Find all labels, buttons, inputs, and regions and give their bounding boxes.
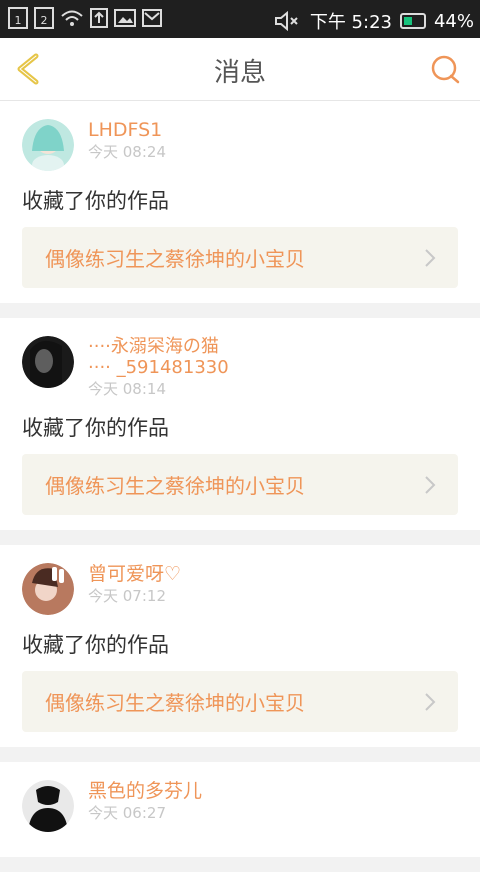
- work-title: 偶像练习生之蔡徐坤的小宝贝: [45, 691, 305, 715]
- user-row: 曾可爱呀♡ 今天 07:12: [22, 563, 458, 615]
- work-link[interactable]: 偶像练习生之蔡徐坤的小宝贝: [22, 671, 458, 732]
- user-name[interactable]: 曾可爱呀♡: [88, 563, 181, 585]
- muted-speaker-icon: [274, 11, 298, 31]
- page-title: 消息: [213, 58, 266, 88]
- sim2-icon: 2: [34, 7, 54, 29]
- battery-icon: [399, 13, 426, 29]
- avatar[interactable]: [22, 780, 74, 832]
- action-text: 收藏了你的作品: [22, 189, 169, 213]
- mail-icon: [142, 9, 162, 27]
- message-card[interactable]: ····永溺罙海の猫 ···· _591481330 今天 08:14 收藏了你…: [0, 318, 480, 530]
- avatar[interactable]: [22, 119, 74, 171]
- user-row: 黑色的多芬儿 今天 06:27: [22, 780, 458, 832]
- status-bar: 1 2 下午 5:23 44%: [0, 0, 480, 38]
- image-icon: [114, 9, 136, 27]
- chevron-right-icon: [425, 475, 436, 494]
- message-card[interactable]: LHDFS1 今天 08:24 收藏了你的作品 偶像练习生之蔡徐坤的小宝贝: [0, 101, 480, 303]
- header: 消息: [0, 38, 480, 101]
- work-link[interactable]: 偶像练习生之蔡徐坤的小宝贝: [22, 454, 458, 515]
- timestamp: 今天 08:14: [88, 380, 166, 398]
- search-icon[interactable]: [428, 52, 462, 86]
- avatar[interactable]: [22, 563, 74, 615]
- action-text: 收藏了你的作品: [22, 633, 169, 657]
- timestamp: 今天 07:12: [88, 587, 166, 605]
- wifi-icon: [61, 10, 83, 26]
- user-row: LHDFS1 今天 08:24: [22, 119, 458, 171]
- work-title: 偶像练习生之蔡徐坤的小宝贝: [45, 247, 305, 271]
- user-row: ····永溺罙海の猫 ···· _591481330 今天 08:14: [22, 336, 458, 398]
- battery-fill: [403, 17, 412, 25]
- battery-percent: 44%: [433, 10, 474, 32]
- message-card[interactable]: 黑色的多芬儿 今天 06:27: [0, 762, 480, 857]
- user-name[interactable]: LHDFS1: [88, 119, 166, 141]
- user-info: 黑色的多芬儿 今天 06:27: [88, 780, 202, 822]
- status-right: 下午 5:23 44%: [274, 8, 474, 34]
- timestamp: 今天 06:27: [88, 804, 166, 822]
- clock: 下午 5:23: [309, 12, 392, 33]
- action-text: 收藏了你的作品: [22, 416, 169, 440]
- chevron-right-icon: [425, 248, 436, 267]
- user-info: LHDFS1 今天 08:24: [88, 119, 166, 161]
- chevron-right-icon: [425, 692, 436, 711]
- user-info: 曾可爱呀♡ 今天 07:12: [88, 563, 181, 605]
- work-link[interactable]: 偶像练习生之蔡徐坤的小宝贝: [22, 227, 458, 288]
- user-info: ····永溺罙海の猫 ···· _591481330 今天 08:14: [88, 336, 229, 398]
- message-card[interactable]: 曾可爱呀♡ 今天 07:12 收藏了你的作品 偶像练习生之蔡徐坤的小宝贝: [0, 545, 480, 747]
- upload-icon: [90, 8, 108, 28]
- status-left-icons: 1 2: [8, 7, 162, 29]
- sim1-icon: 1: [8, 7, 28, 29]
- user-name[interactable]: 黑色的多芬儿: [88, 780, 202, 802]
- message-list: LHDFS1 今天 08:24 收藏了你的作品 偶像练习生之蔡徐坤的小宝贝 ··…: [0, 101, 480, 872]
- timestamp: 今天 08:24: [88, 143, 166, 161]
- work-title: 偶像练习生之蔡徐坤的小宝贝: [45, 474, 305, 498]
- avatar[interactable]: [22, 336, 74, 388]
- user-name[interactable]: ····永溺罙海の猫 ···· _591481330: [88, 336, 229, 378]
